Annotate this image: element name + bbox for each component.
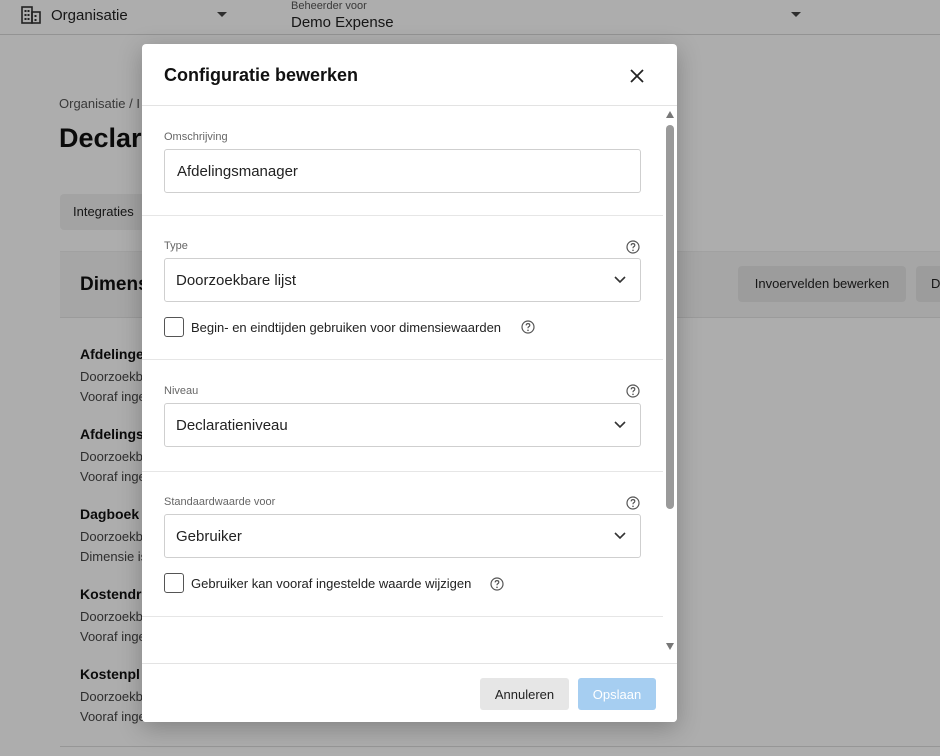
help-icon[interactable] bbox=[626, 384, 640, 398]
scrollbar-thumb[interactable] bbox=[666, 125, 674, 509]
help-icon[interactable] bbox=[521, 320, 535, 334]
type-select-value: Doorzoekbare lijst bbox=[176, 272, 297, 289]
niveau-label: Niveau bbox=[164, 385, 199, 397]
divider bbox=[142, 616, 663, 617]
dialog-header: Configuratie bewerken bbox=[142, 44, 677, 106]
type-select[interactable]: Doorzoekbare lijst bbox=[164, 258, 641, 302]
niveau-select[interactable]: Declaratieniveau bbox=[164, 403, 641, 447]
begin-end-times-checkbox[interactable] bbox=[164, 317, 184, 337]
scroll-down-arrow-icon[interactable] bbox=[666, 643, 674, 650]
standaardwaarde-label: Standaardwaarde voor bbox=[164, 496, 276, 508]
dialog-scrollbar[interactable] bbox=[663, 107, 677, 663]
help-icon[interactable] bbox=[626, 240, 640, 254]
niveau-select-value: Declaratieniveau bbox=[176, 417, 288, 434]
divider bbox=[142, 215, 663, 216]
omschrijving-input[interactable] bbox=[164, 149, 641, 193]
standaardwaarde-select[interactable]: Gebruiker bbox=[164, 514, 641, 558]
chevron-down-icon bbox=[614, 276, 626, 284]
chevron-down-icon bbox=[614, 532, 626, 540]
type-label: Type bbox=[164, 240, 188, 252]
save-button[interactable]: Opslaan bbox=[578, 678, 656, 710]
help-icon[interactable] bbox=[490, 577, 504, 591]
dialog-title: Configuratie bewerken bbox=[164, 65, 359, 85]
dialog-body: Omschrijving Type Doorzoekbare lijst Beg… bbox=[142, 107, 663, 663]
standaardwaarde-select-value: Gebruiker bbox=[176, 528, 242, 545]
begin-end-times-label: Begin- en eindtijden gebruiken voor dime… bbox=[191, 320, 502, 335]
user-can-change-checkbox[interactable] bbox=[164, 573, 184, 593]
scroll-up-arrow-icon[interactable] bbox=[666, 111, 674, 118]
dialog-footer: Annuleren Opslaan bbox=[142, 663, 677, 722]
help-icon[interactable] bbox=[626, 496, 640, 510]
omschrijving-label: Omschrijving bbox=[164, 131, 228, 143]
divider bbox=[142, 359, 663, 360]
cancel-button[interactable]: Annuleren bbox=[480, 678, 569, 710]
user-can-change-label: Gebruiker kan vooraf ingestelde waarde w… bbox=[191, 576, 472, 591]
edit-configuration-dialog: Configuratie bewerken Omschrijving Type … bbox=[142, 44, 677, 722]
close-icon[interactable] bbox=[627, 66, 647, 86]
divider bbox=[142, 471, 663, 472]
chevron-down-icon bbox=[614, 421, 626, 429]
